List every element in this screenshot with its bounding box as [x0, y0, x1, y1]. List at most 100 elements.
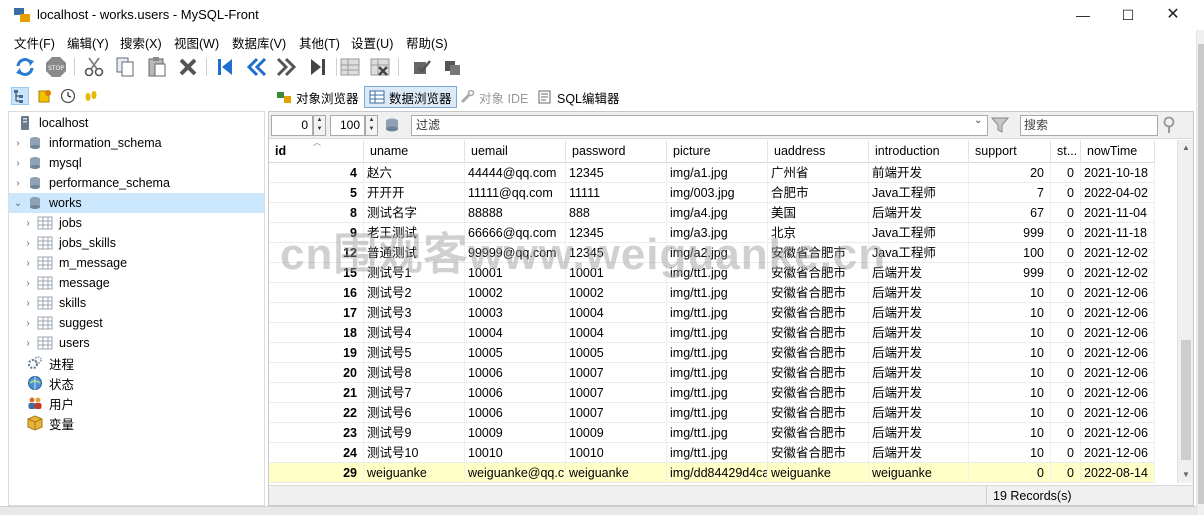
cell-picture[interactable]: img/tt1.jpg — [667, 383, 768, 403]
cell-uaddress[interactable]: 安徽省合肥市 — [768, 363, 869, 383]
cell-uemail[interactable]: 10004 — [465, 323, 566, 343]
limit-spinner[interactable]: ▲ ▼ — [365, 115, 378, 136]
cell-uaddress[interactable]: 安徽省合肥市 — [768, 283, 869, 303]
table-row[interactable]: 18 测试号4 10004 10004 img/tt1.jpg 安徽省合肥市 后端开发 10 0… — [269, 323, 1155, 343]
scroll-up-icon[interactable]: ▲ — [1178, 140, 1194, 156]
menu-database[interactable]: 数据库(V) — [232, 33, 286, 52]
cell-password[interactable]: weiguanke — [566, 463, 667, 483]
cell-introduction[interactable]: 前端开发 — [869, 163, 969, 183]
column-header-picture[interactable]: picture — [667, 140, 768, 163]
delete-row-button[interactable] — [368, 55, 392, 79]
cell-password[interactable]: 10007 — [566, 403, 667, 423]
cell-support[interactable]: 0 — [969, 463, 1051, 483]
cell-password[interactable]: 10010 — [566, 443, 667, 463]
cell-status[interactable]: 0 — [1051, 363, 1081, 383]
expand-arrow-icon[interactable]: › — [23, 338, 33, 349]
cell-password[interactable]: 12345 — [566, 243, 667, 263]
tab-sql-editor[interactable]: SQL编辑器 — [533, 86, 624, 108]
cell-nowtime[interactable]: 2021-12-06 — [1081, 363, 1155, 383]
expand-arrow-icon[interactable]: › — [23, 318, 33, 329]
table-row[interactable]: 4 赵六 44444@qq.com 12345 img/a1.jpg 广州省 前端开发 20 0… — [269, 163, 1155, 183]
cell-uaddress[interactable]: 美国 — [768, 203, 869, 223]
tree-item-skills[interactable]: › skills — [9, 293, 264, 313]
cell-nowtime[interactable]: 2021-11-18 — [1081, 223, 1155, 243]
cell-password[interactable]: 10007 — [566, 383, 667, 403]
cell-nowtime[interactable]: 2021-12-02 — [1081, 263, 1155, 283]
cell-introduction[interactable]: Java工程师 — [869, 243, 969, 263]
cell-support[interactable]: 67 — [969, 203, 1051, 223]
menu-settings[interactable]: 设置(U) — [351, 33, 393, 52]
cell-support[interactable]: 10 — [969, 323, 1051, 343]
cell-introduction[interactable]: 后端开发 — [869, 203, 969, 223]
tree-item-jobs[interactable]: › jobs — [9, 213, 264, 233]
table-row[interactable]: 16 测试号2 10002 10002 img/tt1.jpg 安徽省合肥市 后端开发 10 0… — [269, 283, 1155, 303]
cell-id[interactable]: 21 — [269, 383, 364, 403]
column-header-password[interactable]: password — [566, 140, 667, 163]
cell-uemail[interactable]: 99999@qq.com — [465, 243, 566, 263]
cell-introduction[interactable]: 后端开发 — [869, 383, 969, 403]
tree-item-variables[interactable]: 变量 — [9, 413, 264, 433]
cell-password[interactable]: 10004 — [566, 303, 667, 323]
post-button[interactable] — [409, 55, 433, 79]
cell-picture[interactable]: img/tt1.jpg — [667, 343, 768, 363]
offset-spinner[interactable]: ▲ ▼ — [313, 115, 326, 136]
cell-nowtime[interactable]: 2021-12-06 — [1081, 423, 1155, 443]
cell-introduction[interactable]: 后端开发 — [869, 403, 969, 423]
expand-arrow-icon[interactable]: › — [23, 298, 33, 309]
last-record-button[interactable] — [306, 55, 330, 79]
cell-status[interactable]: 0 — [1051, 463, 1081, 483]
cell-password[interactable]: 10004 — [566, 323, 667, 343]
table-row[interactable]: 17 测试号3 10003 10004 img/tt1.jpg 安徽省合肥市 后端开发 10 0… — [269, 303, 1155, 323]
navigator-toggle[interactable] — [11, 87, 29, 105]
expand-arrow-icon[interactable]: › — [13, 158, 23, 169]
cell-status[interactable]: 0 — [1051, 203, 1081, 223]
cell-uname[interactable]: 测试号1 — [364, 263, 465, 283]
cell-uname[interactable]: weiguanke — [364, 463, 465, 483]
delete-button[interactable] — [176, 55, 200, 79]
cell-status[interactable]: 0 — [1051, 383, 1081, 403]
cell-picture[interactable]: img/a2.jpg — [667, 243, 768, 263]
column-header-status[interactable]: st... — [1051, 140, 1081, 163]
cell-password[interactable]: 10009 — [566, 423, 667, 443]
cell-id[interactable]: 24 — [269, 443, 364, 463]
cell-introduction[interactable]: 后端开发 — [869, 343, 969, 363]
cell-uname[interactable]: 测试号2 — [364, 283, 465, 303]
cell-uaddress[interactable]: weiguanke — [768, 463, 869, 483]
cell-support[interactable]: 7 — [969, 183, 1051, 203]
cell-support[interactable]: 999 — [969, 223, 1051, 243]
bookmarks-toggle[interactable] — [36, 87, 54, 105]
table-row[interactable]: 29 weiguanke weiguanke@qq.c weiguanke img/dd… — [269, 463, 1155, 483]
cell-status[interactable]: 0 — [1051, 183, 1081, 203]
cell-picture[interactable]: img/dd84429d4ca — [667, 463, 768, 483]
cell-support[interactable]: 20 — [969, 163, 1051, 183]
cell-nowtime[interactable]: 2021-12-06 — [1081, 403, 1155, 423]
menu-help[interactable]: 帮助(S) — [406, 33, 448, 52]
expand-arrow-icon[interactable]: › — [23, 238, 33, 249]
cell-support[interactable]: 100 — [969, 243, 1051, 263]
cell-introduction[interactable]: Java工程师 — [869, 183, 969, 203]
cell-password[interactable]: 12345 — [566, 223, 667, 243]
cell-id[interactable]: 19 — [269, 343, 364, 363]
refresh-button[interactable] — [13, 55, 37, 79]
history-toggle[interactable] — [59, 87, 77, 105]
cell-introduction[interactable]: 后端开发 — [869, 263, 969, 283]
offset-field[interactable]: 0 — [271, 115, 313, 136]
column-header-uemail[interactable]: uemail — [465, 140, 566, 163]
cell-picture[interactable]: img/tt1.jpg — [667, 263, 768, 283]
column-header-nowtime[interactable]: nowTime — [1081, 140, 1155, 163]
expand-arrow-icon[interactable]: › — [23, 218, 33, 229]
cell-uname[interactable]: 测试号5 — [364, 343, 465, 363]
cell-support[interactable]: 999 — [969, 263, 1051, 283]
cell-nowtime[interactable]: 2021-12-06 — [1081, 343, 1155, 363]
cell-picture[interactable]: img/tt1.jpg — [667, 423, 768, 443]
scroll-down-icon[interactable]: ▼ — [1178, 467, 1194, 483]
tree-item-information-schema[interactable]: › information_schema — [9, 133, 264, 153]
column-header-uaddress[interactable]: uaddress — [768, 140, 869, 163]
cell-id[interactable]: 5 — [269, 183, 364, 203]
cell-picture[interactable]: img/tt1.jpg — [667, 443, 768, 463]
cell-status[interactable]: 0 — [1051, 263, 1081, 283]
tree-item-jobs-skills[interactable]: › jobs_skills — [9, 233, 264, 253]
prev-record-button[interactable] — [244, 55, 268, 79]
column-header-support[interactable]: support — [969, 140, 1051, 163]
cell-uaddress[interactable]: 安徽省合肥市 — [768, 323, 869, 343]
